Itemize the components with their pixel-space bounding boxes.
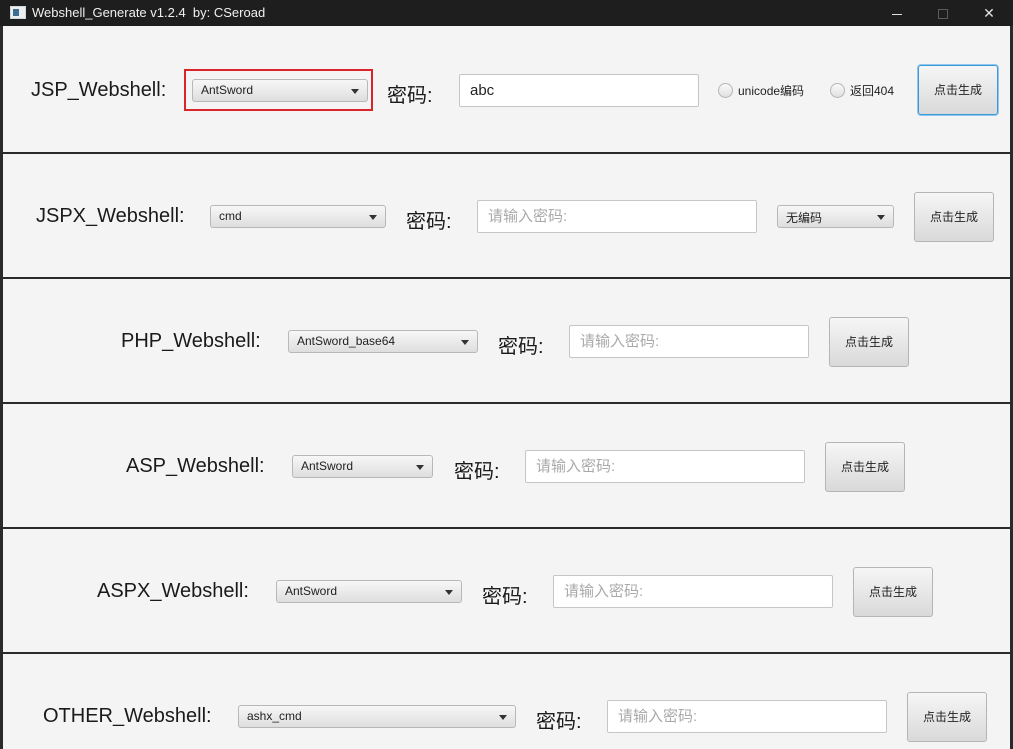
asp-type-value: AntSword (301, 459, 354, 473)
aspx-generate-button[interactable]: 点击生成 (853, 567, 933, 617)
radio-circle-icon (830, 83, 845, 98)
jspx-label: JSPX_Webshell: (36, 205, 185, 227)
chevron-down-icon (499, 715, 507, 720)
other-type-select[interactable]: ashx_cmd (238, 705, 516, 728)
maximize-button[interactable] (920, 0, 966, 26)
other-generate-button[interactable]: 点击生成 (907, 692, 987, 742)
jspx-password-label: 密码: (406, 211, 452, 233)
asp-generate-button[interactable]: 点击生成 (825, 442, 905, 492)
jspx-generate-button[interactable]: 点击生成 (914, 192, 994, 242)
jsp-unicode-label: unicode编码 (738, 84, 805, 98)
php-type-value: AntSword_base64 (297, 334, 396, 348)
aspx-type-value: AntSword (285, 584, 338, 598)
aspx-label: ASPX_Webshell: (97, 580, 249, 602)
jsp-label: JSP_Webshell: (31, 79, 167, 101)
window-title: Webshell_Generate v1.2.4 by: CSeroad (32, 5, 266, 20)
jspx-type-select[interactable]: cmd (210, 205, 386, 228)
jsp-password-input[interactable] (459, 74, 699, 107)
chevron-down-icon (461, 340, 469, 345)
php-type-select[interactable]: AntSword_base64 (288, 330, 478, 353)
jsp-unicode-radio[interactable]: unicode编码 (718, 82, 804, 99)
radio-circle-icon (718, 83, 733, 98)
close-button[interactable]: ✕ (966, 0, 1012, 26)
minimize-button[interactable] (874, 0, 920, 26)
jsp-generate-button[interactable]: 点击生成 (918, 65, 998, 115)
php-panel: PHP_Webshell: AntSword_base64 密码: 点击生成 (3, 277, 1010, 400)
jsp-type-select[interactable]: AntSword (192, 79, 368, 102)
asp-panel: ASP_Webshell: AntSword 密码: 点击生成 (3, 402, 1010, 525)
jsp-panel: JSP_Webshell: AntSword 密码: unicode编码 返回4… (3, 28, 1010, 151)
jspx-type-value: cmd (219, 209, 242, 223)
asp-type-select[interactable]: AntSword (292, 455, 433, 478)
jsp-404-label: 返回404 (850, 84, 895, 98)
jspx-encoding-select[interactable]: 无编码 (777, 205, 894, 228)
chevron-down-icon (445, 590, 453, 595)
other-type-value: ashx_cmd (247, 709, 302, 723)
aspx-password-label: 密码: (482, 586, 528, 608)
chevron-down-icon (369, 215, 377, 220)
title-bar: Webshell_Generate v1.2.4 by: CSeroad ✕ (0, 0, 1013, 26)
minimize-icon (892, 13, 902, 15)
asp-label: ASP_Webshell: (126, 455, 265, 477)
other-label: OTHER_Webshell: (43, 705, 212, 727)
app-window-icon (10, 6, 26, 19)
jsp-type-value: AntSword (201, 83, 254, 97)
chevron-down-icon (416, 465, 424, 470)
other-password-label: 密码: (536, 711, 582, 733)
asp-password-input[interactable] (525, 450, 805, 483)
aspx-password-input[interactable] (553, 575, 833, 608)
jspx-panel: JSPX_Webshell: cmd 密码: 无编码 点击生成 (3, 152, 1010, 275)
other-password-input[interactable] (607, 700, 887, 733)
chevron-down-icon (351, 89, 359, 94)
aspx-panel: ASPX_Webshell: AntSword 密码: 点击生成 (3, 527, 1010, 650)
php-password-input[interactable] (569, 325, 809, 358)
php-label: PHP_Webshell: (121, 330, 261, 352)
jsp-404-radio[interactable]: 返回404 (830, 82, 894, 99)
maximize-icon (938, 9, 948, 20)
jspx-password-input[interactable] (477, 200, 757, 233)
other-panel: OTHER_Webshell: ashx_cmd 密码: 点击生成 (3, 652, 1010, 749)
jsp-password-label: 密码: (387, 85, 433, 107)
php-password-label: 密码: (498, 336, 544, 358)
php-generate-button[interactable]: 点击生成 (829, 317, 909, 367)
jspx-encoding-value: 无编码 (786, 211, 823, 225)
close-icon: ✕ (983, 5, 995, 21)
chevron-down-icon (877, 215, 885, 220)
asp-password-label: 密码: (454, 461, 500, 483)
aspx-type-select[interactable]: AntSword (276, 580, 462, 603)
